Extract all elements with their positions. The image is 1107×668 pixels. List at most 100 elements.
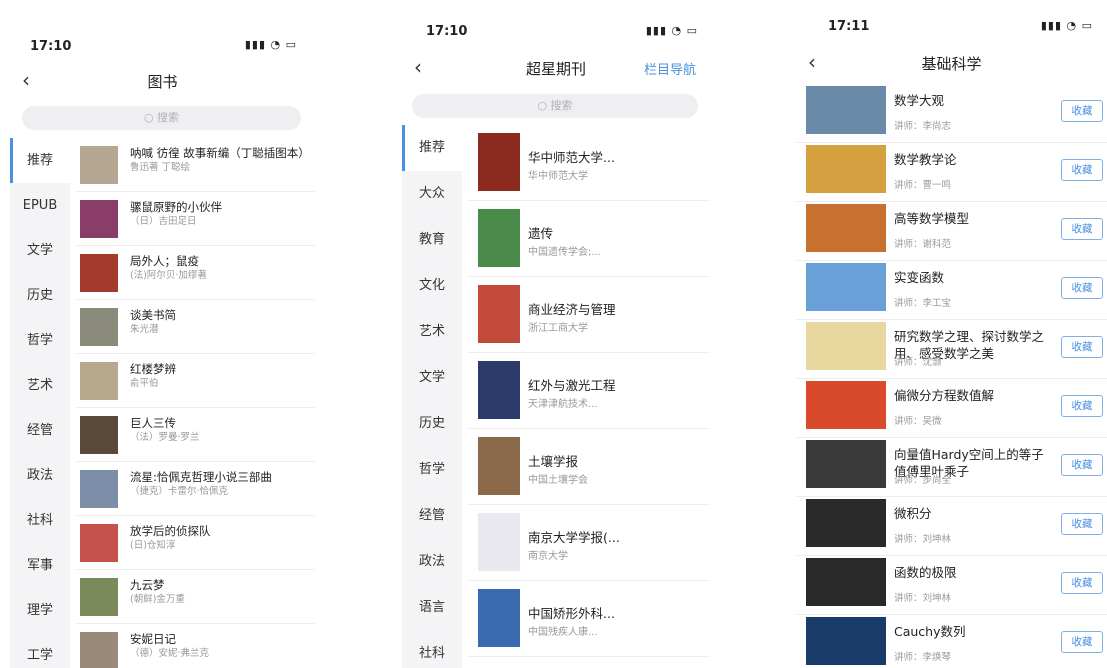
category-item[interactable]: 艺术 xyxy=(402,309,462,355)
category-item[interactable]: 推荐 xyxy=(10,138,70,183)
list-item[interactable]: 放学后的侦探队 (日)仓知淳 xyxy=(76,516,315,570)
book-author: (日)仓知淳 xyxy=(130,540,176,551)
list-item[interactable]: 安妮日记 （德）安妮·弗兰克 xyxy=(76,624,315,668)
signal-wifi-battery-icon: ▮▮▮ ◔ ▭ xyxy=(1040,19,1093,32)
favorite-button[interactable]: 收藏 xyxy=(1061,572,1103,594)
category-item[interactable]: 经管 xyxy=(10,408,70,453)
list-item[interactable]: 骡鼠原野的小伙伴 （日）吉田足日 xyxy=(76,192,315,246)
column-nav-button[interactable]: 栏目导航 xyxy=(644,59,696,78)
book-author: （日）吉田足日 xyxy=(130,216,197,227)
category-item[interactable]: 哲学 xyxy=(402,447,462,493)
book-cover xyxy=(80,362,118,400)
favorite-button[interactable]: 收藏 xyxy=(1061,159,1103,181)
category-item[interactable]: 文化 xyxy=(402,263,462,309)
list-item[interactable]: 数学大观 讲师：李尚志 收藏 xyxy=(796,84,1107,143)
book-author: 朱光潜 xyxy=(130,324,159,335)
list-item[interactable]: 中国矫形外科... 中国残疾人康... xyxy=(468,581,710,657)
category-item[interactable]: 文学 xyxy=(402,355,462,401)
list-item[interactable]: 巨人三传 （法）罗曼·罗兰 xyxy=(76,408,315,462)
course-lecturer: 讲师：李尚志 xyxy=(894,121,952,132)
category-item[interactable]: EPUB xyxy=(10,183,70,228)
list-item[interactable]: 流星:恰佩克哲理小说三部曲 （捷克）卡雷尔·恰佩克 xyxy=(76,462,315,516)
journal-title: 中国矫形外科... xyxy=(528,606,615,621)
favorite-button[interactable]: 收藏 xyxy=(1061,454,1103,476)
book-author: (法)阿尔贝·加缪著 xyxy=(130,270,207,281)
course-thumbnail xyxy=(806,499,886,547)
favorite-button[interactable]: 收藏 xyxy=(1061,277,1103,299)
page-title: 基础科学 xyxy=(921,55,982,73)
list-item[interactable]: 向量值Hardy空间上的等子值傅里叶乘子 讲师：步尚全 收藏 xyxy=(796,438,1107,497)
category-sidebar: 推荐 EPUB 文学 历史 哲学 艺术 经管 政法 社科 军事 理学 工学 xyxy=(10,138,70,668)
list-item[interactable]: 九云梦 (朝鲜)金万重 xyxy=(76,570,315,624)
book-title: 局外人；鼠疫 xyxy=(130,254,199,268)
book-cover xyxy=(80,524,118,562)
category-item[interactable]: 工学 xyxy=(10,633,70,668)
course-lecturer: 讲师：李工宝 xyxy=(894,298,952,309)
category-item[interactable]: 历史 xyxy=(10,273,70,318)
category-item[interactable]: 推荐 xyxy=(402,125,462,171)
list-item[interactable]: 呐喊 彷徨 故事新编（丁聪插图本） 鲁迅著 丁聪绘 xyxy=(76,138,315,192)
category-item[interactable]: 军事 xyxy=(10,543,70,588)
favorite-button[interactable]: 收藏 xyxy=(1061,631,1103,653)
list-item[interactable]: 红楼梦辨 俞平伯 xyxy=(76,354,315,408)
list-item[interactable]: 微积分 讲师：刘坤林 收藏 xyxy=(796,497,1107,556)
list-item[interactable]: 遗传 中国遗传学会;... xyxy=(468,201,710,277)
book-author: （捷克）卡雷尔·恰佩克 xyxy=(130,486,229,497)
nav-bar: ‹ 基础科学 xyxy=(796,42,1107,82)
list-item[interactable]: 实变函数 讲师：李工宝 收藏 xyxy=(796,261,1107,320)
category-item[interactable]: 政法 xyxy=(402,539,462,585)
category-item[interactable]: 社科 xyxy=(402,631,462,668)
category-item[interactable]: 大众 xyxy=(402,171,462,217)
book-title: 九云梦 xyxy=(130,578,165,592)
list-item[interactable]: 商业经济与管理 浙江工商大学 xyxy=(468,277,710,353)
book-title: 放学后的侦探队 xyxy=(130,524,211,538)
course-lecturer: 讲师：曹一鸣 xyxy=(894,180,952,191)
status-time: 17:10 xyxy=(30,39,72,54)
list-item[interactable]: 南京大学学报(... 南京大学 xyxy=(468,505,710,581)
category-item[interactable]: 哲学 xyxy=(10,318,70,363)
course-title: 数学教学论 xyxy=(894,152,957,167)
list-item[interactable]: Cauchy数列 讲师：李焕琴 收藏 xyxy=(796,615,1107,668)
category-item[interactable]: 教育 xyxy=(402,217,462,263)
favorite-button[interactable]: 收藏 xyxy=(1061,100,1103,122)
list-item[interactable]: 华中师范大学... 华中师范大学 xyxy=(468,125,710,201)
journal-cover xyxy=(478,209,520,267)
journal-title: 土壤学报 xyxy=(528,454,579,469)
category-item[interactable]: 理学 xyxy=(10,588,70,633)
book-info: 红楼梦辨 俞平伯 xyxy=(130,362,310,390)
search-input[interactable]: ○ 搜索 xyxy=(22,106,301,130)
list-item[interactable]: 土壤学报 中国土壤学会 xyxy=(468,429,710,505)
course-lecturer: 讲师：刘坤林 xyxy=(894,534,952,545)
favorite-button[interactable]: 收藏 xyxy=(1061,218,1103,240)
search-icon: ○ xyxy=(143,111,154,124)
category-item[interactable]: 文学 xyxy=(10,228,70,273)
search-placeholder: 搜索 xyxy=(550,99,573,112)
list-item[interactable]: 谈美书简 朱光潜 xyxy=(76,300,315,354)
book-info: 骡鼠原野的小伙伴 （日）吉田足日 xyxy=(130,200,310,228)
list-item[interactable]: 数学教学论讲师：曹一鸣 收藏 xyxy=(796,143,1107,202)
category-item[interactable]: 历史 xyxy=(402,401,462,447)
book-cover xyxy=(80,254,118,292)
signal-wifi-battery-icon: ▮▮▮ ◔ ▭ xyxy=(244,38,297,51)
list-item[interactable]: 红外与激光工程 天津津航技术... xyxy=(468,353,710,429)
status-time: 17:10 xyxy=(426,24,468,39)
list-item[interactable]: 偏微分方程数值解 讲师：吴微 收藏 xyxy=(796,379,1107,438)
favorite-button[interactable]: 收藏 xyxy=(1061,336,1103,358)
list-item[interactable]: 高等数学模型 讲师：谢科范 收藏 xyxy=(796,202,1107,261)
book-title: 巨人三传 xyxy=(130,416,176,430)
list-item[interactable]: 函数的极限 讲师：刘坤林 收藏 xyxy=(796,556,1107,615)
book-title: 呐喊 彷徨 故事新编（丁聪插图本） xyxy=(130,146,310,160)
category-item[interactable]: 经管 xyxy=(402,493,462,539)
category-item[interactable]: 语言 xyxy=(402,585,462,631)
category-item[interactable]: 社科 xyxy=(10,498,70,543)
course-lecturer: 讲师：步尚全 xyxy=(894,475,952,486)
search-input[interactable]: ○ 搜索 xyxy=(412,94,698,118)
list-item[interactable]: 局外人；鼠疫 (法)阿尔贝·加缪著 xyxy=(76,246,315,300)
journal-title: 商业经济与管理 xyxy=(528,302,616,317)
category-item[interactable]: 艺术 xyxy=(10,363,70,408)
favorite-button[interactable]: 收藏 xyxy=(1061,513,1103,535)
category-item[interactable]: 政法 xyxy=(10,453,70,498)
list-item[interactable]: 研究数学之理、探讨数学之用、感受数学之美 讲师：沈灏 收藏 xyxy=(796,320,1107,379)
book-list: 呐喊 彷徨 故事新编（丁聪插图本） 鲁迅著 丁聪绘骡鼠原野的小伙伴 （日）吉田足日局… xyxy=(70,138,315,668)
favorite-button[interactable]: 收藏 xyxy=(1061,395,1103,417)
